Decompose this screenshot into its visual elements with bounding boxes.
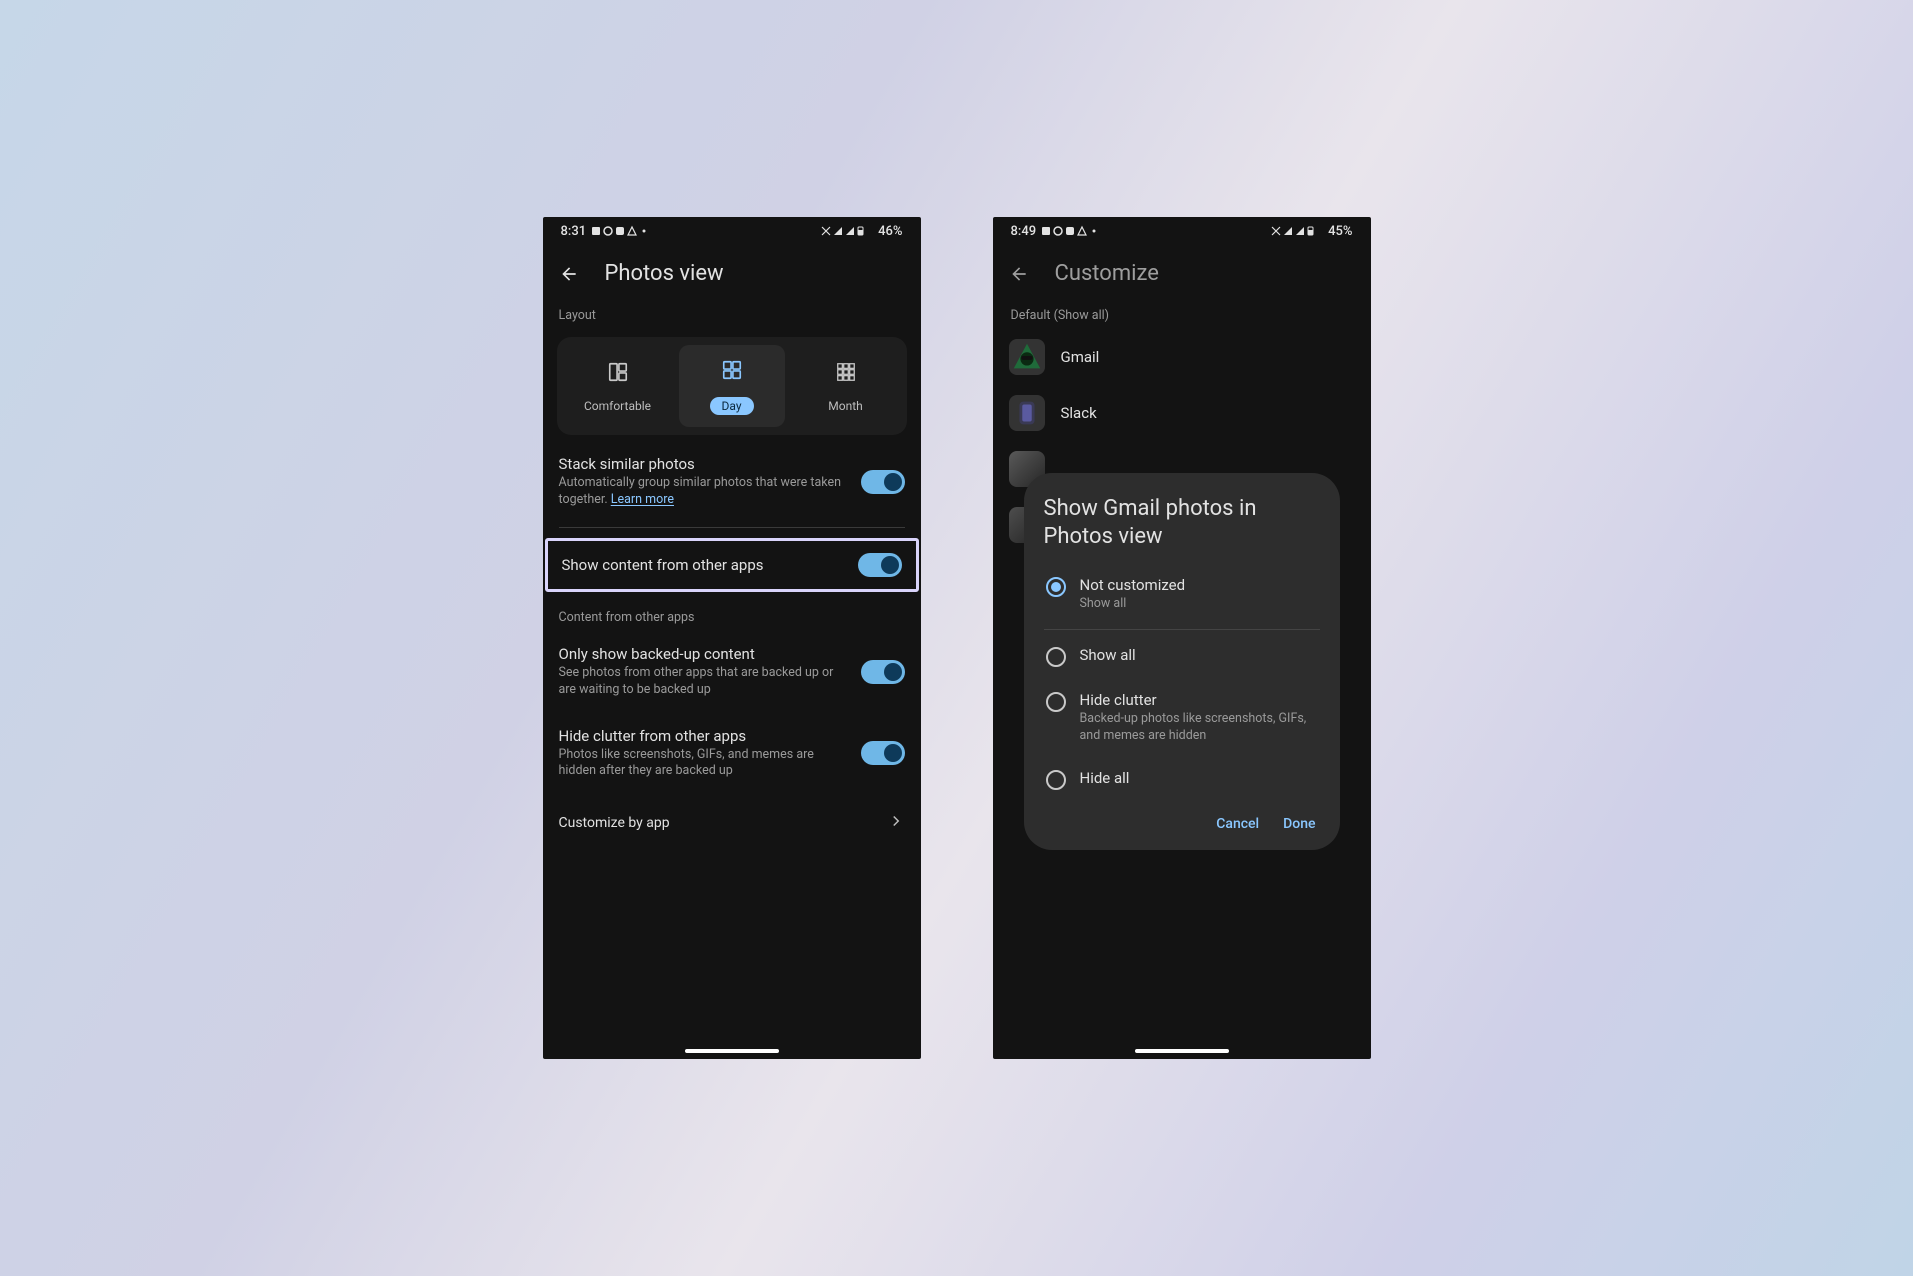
back-button[interactable] xyxy=(557,262,581,286)
layout-option-label: Day xyxy=(710,397,754,415)
row-title: Customize by app xyxy=(559,815,670,831)
radio-sublabel: Backed-up photos like screenshots, GIFs,… xyxy=(1080,711,1318,745)
status-time: 8:49 xyxy=(1011,224,1037,239)
radio-label: Show all xyxy=(1080,646,1136,664)
status-icons-right-icon xyxy=(820,225,872,237)
phone-left: 8:31 xyxy=(543,217,921,1059)
divider xyxy=(1044,629,1320,630)
radio-icon[interactable] xyxy=(1046,577,1066,597)
back-button[interactable] xyxy=(1007,262,1031,286)
only-backed-toggle[interactable] xyxy=(861,660,905,684)
phone-right: 8:49 45% xyxy=(993,217,1371,1059)
app-item-slack[interactable]: Slack xyxy=(1009,385,1355,441)
row-subtitle: Automatically group similar photos that … xyxy=(559,475,847,509)
layout-card: Comfortable Day Month xyxy=(557,337,907,435)
section-default-label: Default (Show all) xyxy=(993,298,1371,329)
row-title: Only show backed-up content xyxy=(559,645,847,663)
layout-month-icon xyxy=(835,361,857,387)
row-stack-similar[interactable]: Stack similar photos Automatically group… xyxy=(543,435,921,523)
status-bar: 8:49 45% xyxy=(993,217,1371,245)
chevron-right-icon xyxy=(887,812,905,834)
row-hide-clutter[interactable]: Hide clutter from other apps Photos like… xyxy=(543,713,921,795)
status-battery: 46% xyxy=(878,224,902,239)
radio-icon[interactable] xyxy=(1046,770,1066,790)
app-name: Slack xyxy=(1061,404,1097,422)
gmail-icon xyxy=(1009,339,1045,375)
slack-icon xyxy=(1009,395,1045,431)
layout-option-day[interactable]: Day xyxy=(679,345,785,427)
radio-sublabel: Show all xyxy=(1080,596,1186,613)
section-content-label: Content from other apps xyxy=(543,600,921,631)
appbar: Photos view xyxy=(543,245,921,298)
radio-label: Not customized xyxy=(1080,576,1186,594)
status-time: 8:31 xyxy=(561,224,587,239)
status-icons-left-icon xyxy=(592,225,652,237)
dialog-title: Show Gmail photos in Photos view xyxy=(1044,495,1320,550)
row-subtitle: Photos like screenshots, GIFs, and memes… xyxy=(559,747,847,781)
app-item-gmail[interactable]: Gmail xyxy=(1009,329,1355,385)
layout-day-icon xyxy=(721,359,743,385)
appbar: Customize xyxy=(993,245,1371,298)
dialog-gmail-photos: Show Gmail photos in Photos view Not cus… xyxy=(1024,473,1340,850)
row-customize-by-app[interactable]: Customize by app xyxy=(543,794,921,852)
radio-icon[interactable] xyxy=(1046,647,1066,667)
radio-not-customized[interactable]: Not customized Show all xyxy=(1044,564,1320,625)
done-button[interactable]: Done xyxy=(1283,816,1315,832)
radio-hide-all[interactable]: Hide all xyxy=(1044,757,1320,802)
hide-clutter-toggle[interactable] xyxy=(861,741,905,765)
status-icons-left-icon xyxy=(1042,225,1102,237)
radio-label: Hide all xyxy=(1080,769,1130,787)
row-title: Hide clutter from other apps xyxy=(559,727,847,745)
stack-similar-toggle[interactable] xyxy=(861,470,905,494)
radio-hide-clutter[interactable]: Hide clutter Backed-up photos like scree… xyxy=(1044,679,1320,757)
row-title: Stack similar photos xyxy=(559,455,847,473)
layout-comfortable-icon xyxy=(607,361,629,387)
status-icons-right-icon xyxy=(1270,225,1322,237)
layout-option-label: Month xyxy=(828,399,862,413)
radio-label: Hide clutter xyxy=(1080,691,1318,709)
row-only-backed-up[interactable]: Only show backed-up content See photos f… xyxy=(543,631,921,713)
page-title: Photos view xyxy=(605,261,724,286)
layout-option-month[interactable]: Month xyxy=(793,345,899,427)
status-battery: 45% xyxy=(1328,224,1352,239)
show-content-toggle[interactable] xyxy=(858,553,902,577)
row-subtitle: See photos from other apps that are back… xyxy=(559,665,847,699)
radio-icon[interactable] xyxy=(1046,692,1066,712)
learn-more-link[interactable]: Learn more xyxy=(611,492,674,507)
radio-show-all[interactable]: Show all xyxy=(1044,634,1320,679)
row-title: Show content from other apps xyxy=(562,556,844,574)
app-name: Gmail xyxy=(1061,348,1100,366)
gesture-bar xyxy=(685,1049,779,1053)
dialog-actions: Cancel Done xyxy=(1044,802,1320,836)
cancel-button[interactable]: Cancel xyxy=(1216,816,1259,832)
divider xyxy=(559,527,905,528)
layout-option-comfortable[interactable]: Comfortable xyxy=(565,345,671,427)
row-show-content-other-apps[interactable]: Show content from other apps xyxy=(548,541,916,589)
gesture-bar xyxy=(1135,1049,1229,1053)
layout-option-label: Comfortable xyxy=(584,399,651,413)
section-layout-label: Layout xyxy=(543,298,921,329)
page-title: Customize xyxy=(1055,261,1159,286)
highlighted-row: Show content from other apps xyxy=(545,538,919,592)
status-bar: 8:31 xyxy=(543,217,921,245)
